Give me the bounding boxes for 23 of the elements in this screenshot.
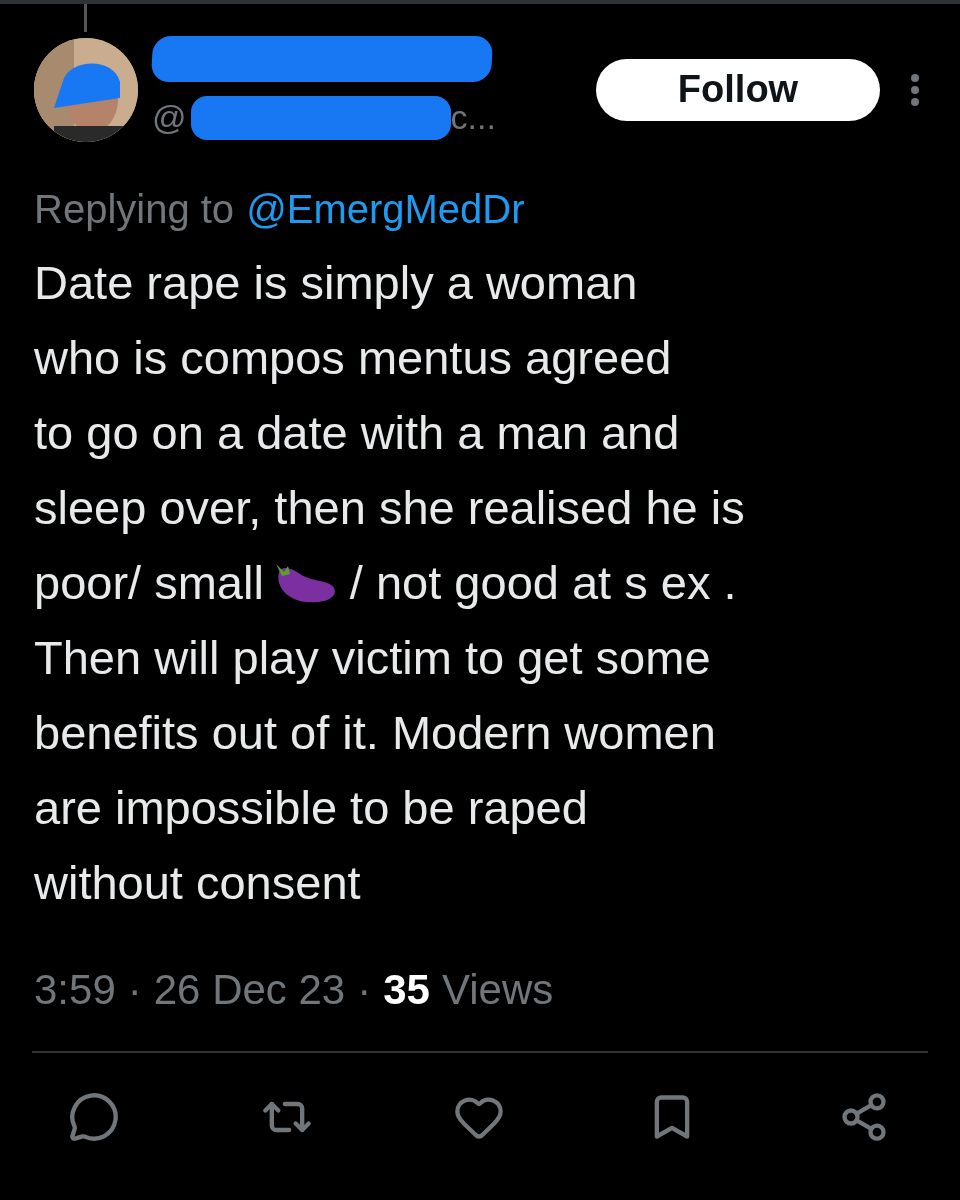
post-text: / not good at s ex . [349,555,737,611]
post-text: poor/ small [34,555,264,611]
post-date: 26 Dec 23 [153,965,346,1015]
post-text: benefits out of it. Modern women [34,705,716,761]
user-handle: c... [450,97,496,138]
post-text: who is compos mentus agreed [34,330,672,386]
mention-link[interactable]: @EmergMedDr [246,179,525,239]
more-icon[interactable] [910,72,920,107]
post-text: are impossible to be raped [34,780,588,836]
post-text: sleep over, then she realised he is [34,480,745,536]
user-handle: @ [152,97,187,138]
separator: · [357,965,372,1015]
follow-button[interactable]: Follow [596,58,880,121]
separator: · [127,965,142,1015]
post-text: without consent [34,855,361,911]
view-count: 35 [383,965,430,1015]
reply-icon[interactable] [68,1091,120,1143]
post-time: 3:59 [34,965,116,1015]
views-label: Views [441,965,554,1015]
post-text: Date rape is simply a woman [34,255,638,311]
post-text: to go on a date with a man and [34,405,680,461]
replying-label: Replying to [34,186,235,233]
post-text: Then will play victim to get some [34,630,711,686]
